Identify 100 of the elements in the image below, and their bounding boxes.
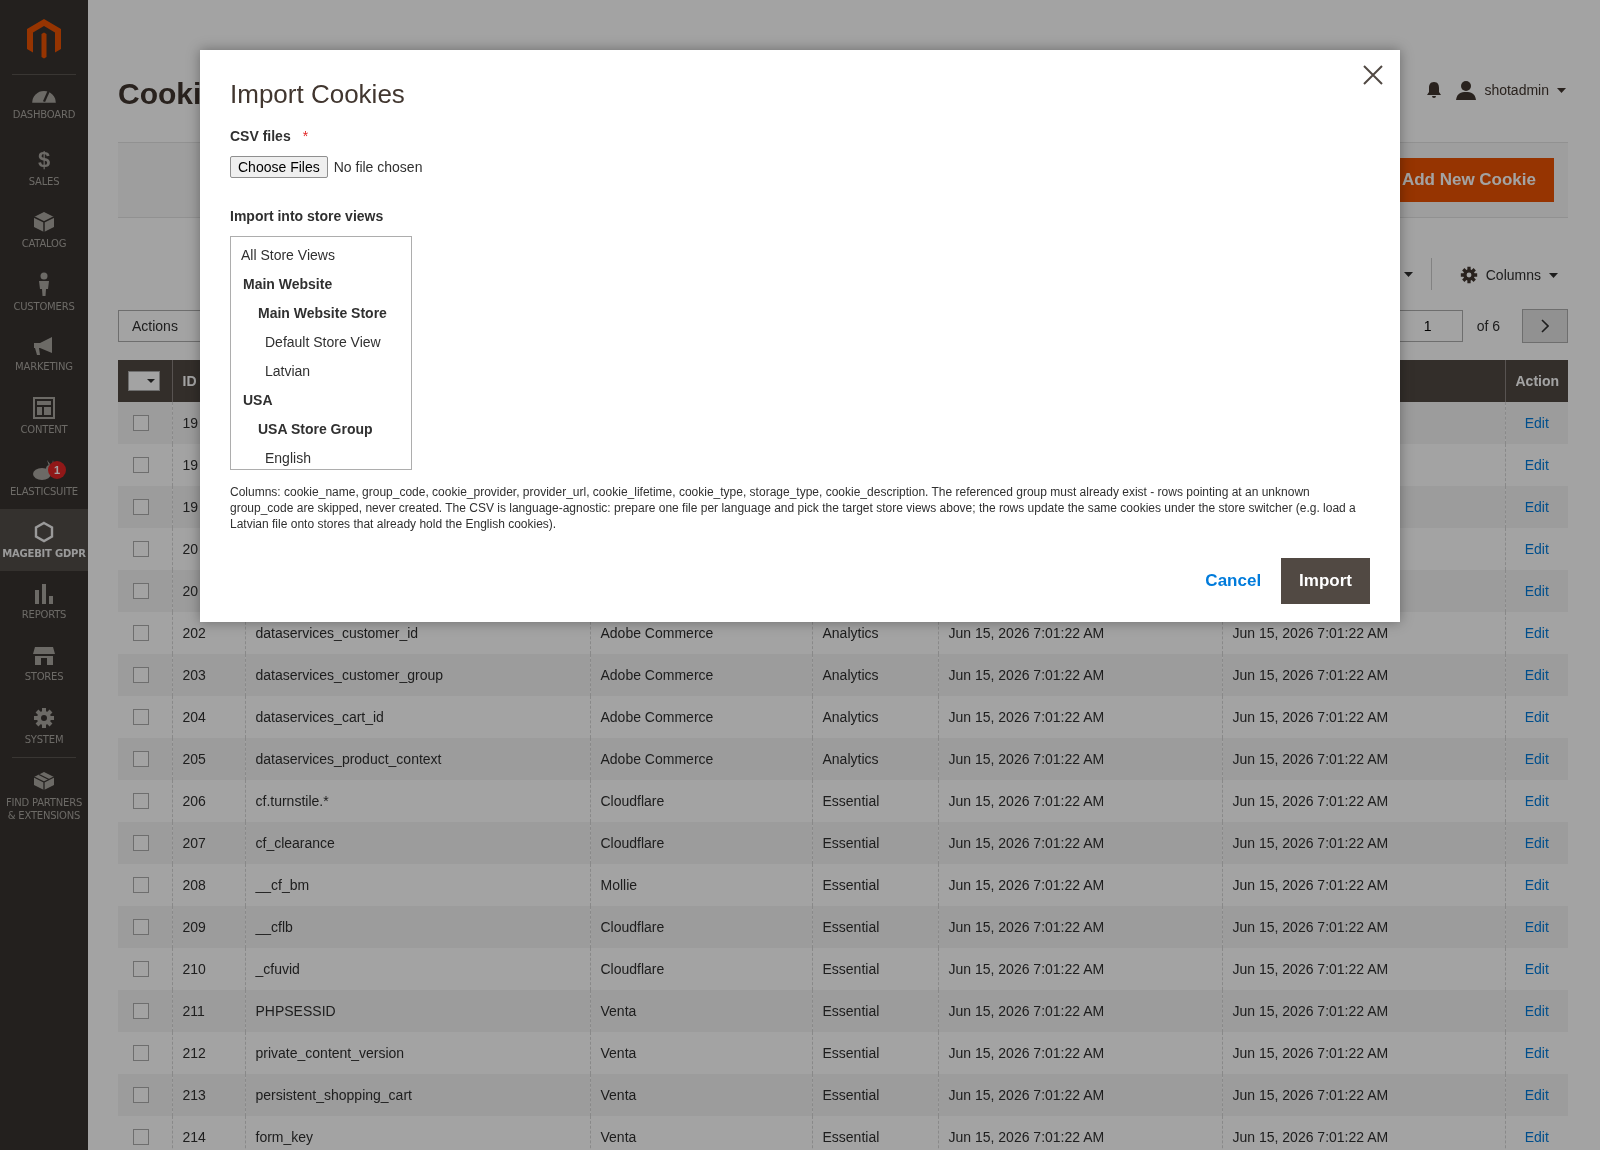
store-group-option[interactable]: Main Website Store <box>231 299 411 328</box>
mass-select-checkbox[interactable] <box>128 371 160 391</box>
row-checkbox[interactable] <box>133 625 149 641</box>
table-cell: 214 <box>172 1116 245 1150</box>
row-checkbox[interactable] <box>133 919 149 935</box>
sidebar-item[interactable]: CONTENT <box>0 385 88 447</box>
gauge-icon <box>32 91 56 104</box>
table-cell: Jun 15, 2026 7:01:22 AM <box>938 990 1222 1032</box>
table-cell: Essential <box>812 906 938 948</box>
row-checkbox[interactable] <box>133 583 149 599</box>
edit-link[interactable]: Edit <box>1524 709 1549 725</box>
edit-link[interactable]: Edit <box>1524 1003 1549 1019</box>
edit-link[interactable]: Edit <box>1524 667 1549 683</box>
sidebar-item[interactable]: DASHBOARD <box>0 75 88 137</box>
table-cell: Venta <box>590 1074 812 1116</box>
table-cell: Venta <box>590 990 812 1032</box>
sidebar-item[interactable]: REPORTS <box>0 571 88 633</box>
dollar-icon: $ <box>37 148 51 171</box>
edit-link[interactable]: Edit <box>1524 961 1549 977</box>
edit-link[interactable]: Edit <box>1524 541 1549 557</box>
table-cell: form_key <box>245 1116 590 1150</box>
row-checkbox[interactable] <box>133 1129 149 1145</box>
import-button[interactable]: Import <box>1281 558 1370 604</box>
row-checkbox[interactable] <box>133 1045 149 1061</box>
page-title: Cooki <box>118 76 202 112</box>
store-group-option[interactable]: Main Website <box>231 270 411 299</box>
caret-icon[interactable] <box>1403 272 1413 277</box>
table-cell: 211 <box>172 990 245 1032</box>
cancel-button[interactable]: Cancel <box>1205 571 1262 591</box>
table-cell: Analytics <box>812 654 938 696</box>
hexagon-icon <box>34 520 54 543</box>
bell-icon[interactable] <box>1426 81 1443 99</box>
edit-link[interactable]: Edit <box>1524 919 1549 935</box>
row-checkbox[interactable] <box>133 541 149 557</box>
field-label: CSV files <box>230 128 291 144</box>
edit-link[interactable]: Edit <box>1524 457 1549 473</box>
edit-link[interactable]: Edit <box>1524 1045 1549 1061</box>
choose-files-button[interactable]: Choose Files <box>230 156 328 178</box>
table-cell: Essential <box>812 990 938 1032</box>
table-cell: Jun 15, 2026 7:01:22 AM <box>1222 990 1505 1032</box>
edit-link[interactable]: Edit <box>1524 499 1549 515</box>
edit-link[interactable]: Edit <box>1524 583 1549 599</box>
table-cell: Jun 15, 2026 7:01:22 AM <box>938 1116 1222 1150</box>
store-view-option[interactable]: All Store Views <box>231 241 411 270</box>
notification-badge: 1 <box>48 461 66 479</box>
person-icon <box>37 271 51 296</box>
table-cell: Venta <box>590 1116 812 1150</box>
row-checkbox[interactable] <box>133 499 149 515</box>
store-view-option[interactable]: Default Store View <box>231 328 411 357</box>
row-checkbox[interactable] <box>133 961 149 977</box>
sidebar-item[interactable]: MARKETING <box>0 323 88 385</box>
edit-link[interactable]: Edit <box>1524 835 1549 851</box>
store-view-option[interactable]: Latvian <box>231 357 411 386</box>
box-icon <box>33 210 55 233</box>
user-menu[interactable]: shotadmin <box>1456 80 1566 100</box>
edit-link[interactable]: Edit <box>1524 877 1549 893</box>
columns-button[interactable]: Columns <box>1449 260 1568 290</box>
actions-dropdown[interactable]: Actions <box>118 310 202 342</box>
sidebar-item[interactable]: CUSTOMERS <box>0 261 88 323</box>
table-cell: Jun 15, 2026 7:01:22 AM <box>1222 906 1505 948</box>
sidebar-item[interactable]: STORES <box>0 633 88 695</box>
row-checkbox[interactable] <box>133 1003 149 1019</box>
table-cell: Adobe Commerce <box>590 738 812 780</box>
required-mark: * <box>302 128 309 144</box>
sidebar-item[interactable]: $ SALES <box>0 137 88 199</box>
field-label: Import into store views <box>230 208 384 224</box>
column-header[interactable]: Action <box>1505 360 1568 402</box>
sidebar-item[interactable]: 1 ELASTICSUITE <box>0 447 88 509</box>
logo-icon[interactable] <box>26 18 62 60</box>
row-checkbox[interactable] <box>133 1087 149 1103</box>
sidebar-item[interactable]: MAGEBIT GDPR <box>0 509 88 571</box>
row-checkbox[interactable] <box>133 415 149 431</box>
gear-icon <box>1459 266 1478 284</box>
table-cell: persistent_shopping_cart <box>245 1074 590 1116</box>
sidebar-item[interactable]: FIND PARTNERS & EXTENSIONS <box>0 758 88 828</box>
edit-link[interactable]: Edit <box>1524 793 1549 809</box>
edit-link[interactable]: Edit <box>1524 1129 1549 1145</box>
edit-link[interactable]: Edit <box>1524 1087 1549 1103</box>
row-checkbox[interactable] <box>133 877 149 893</box>
table-cell: 205 <box>172 738 245 780</box>
next-page-button[interactable] <box>1522 309 1568 343</box>
edit-link[interactable]: Edit <box>1524 625 1549 641</box>
table-cell: Essential <box>812 1116 938 1150</box>
table-cell: Jun 15, 2026 7:01:22 AM <box>938 654 1222 696</box>
row-checkbox[interactable] <box>133 457 149 473</box>
table-cell: 207 <box>172 822 245 864</box>
table-cell: Jun 15, 2026 7:01:22 AM <box>1222 1074 1505 1116</box>
store-view-list[interactable]: All Store Views Main Website Main Website Store Default Store View Latvian USA USA Store Group English <box>230 236 412 470</box>
row-checkbox[interactable] <box>133 751 149 767</box>
sidebar-item[interactable]: SYSTEM <box>0 695 88 757</box>
sidebar-item[interactable]: CATALOG <box>0 199 88 261</box>
row-checkbox[interactable] <box>133 793 149 809</box>
row-checkbox[interactable] <box>133 835 149 851</box>
blocks-icon <box>32 770 56 792</box>
edit-link[interactable]: Edit <box>1524 751 1549 767</box>
table-cell: Cloudflare <box>590 822 812 864</box>
row-checkbox[interactable] <box>133 709 149 725</box>
edit-link[interactable]: Edit <box>1524 415 1549 431</box>
user-name: shotadmin <box>1484 82 1549 98</box>
row-checkbox[interactable] <box>133 667 149 683</box>
